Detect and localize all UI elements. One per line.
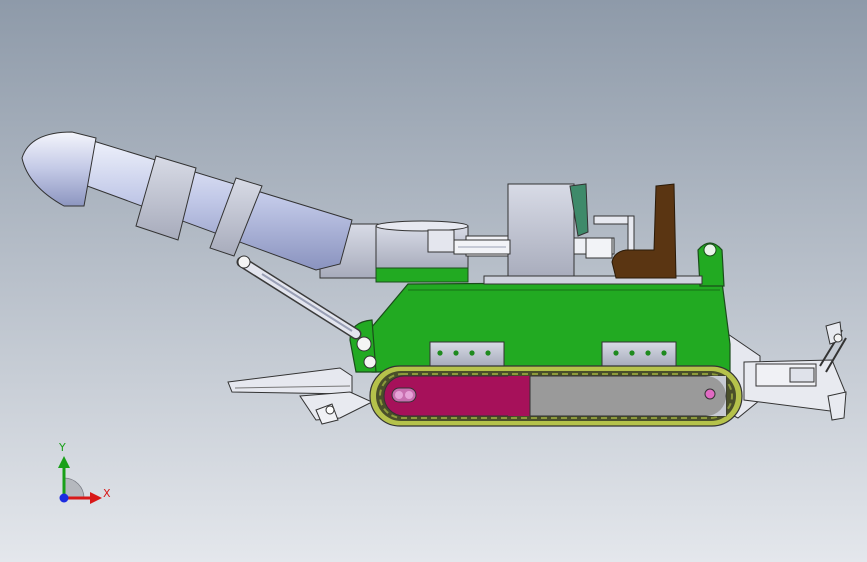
side-plate-rear: [601, 341, 677, 367]
cad-viewport[interactable]: [0, 0, 867, 562]
side-plate-front: [429, 341, 505, 367]
crawler-track[interactable]: [369, 365, 743, 427]
z-axis-dot: [59, 493, 69, 503]
triad-label-y: Y: [59, 441, 66, 454]
triad-label-x: X: [103, 487, 111, 500]
track-frame-rear: [529, 375, 727, 417]
